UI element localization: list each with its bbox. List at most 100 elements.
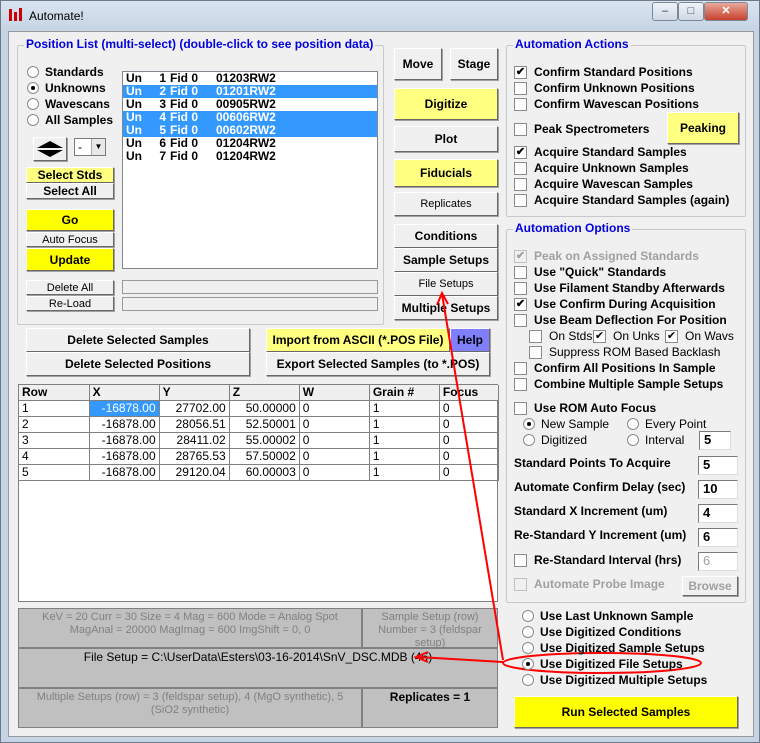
maximize-button[interactable]: □	[678, 2, 704, 21]
run-option-0-radio-circle	[522, 610, 534, 622]
checkbox-box	[514, 402, 527, 415]
field-input[interactable]: 6	[698, 528, 738, 547]
option-1-checkbox-label: Use "Quick" Standards	[534, 265, 666, 279]
beam-on-stds-checkbox[interactable]: On Stds	[529, 329, 592, 343]
run-option-2-radio[interactable]: Use Digitized Sample Setups	[522, 641, 705, 655]
restandard-interval-checkbox[interactable]: Re-Standard Interval (hrs)	[514, 553, 681, 567]
field-label: Re-Standard Y Increment (um)	[514, 528, 686, 542]
option-1-checkbox[interactable]: Use "Quick" Standards	[514, 265, 666, 279]
radio-unknowns-label: Unknowns	[45, 81, 106, 95]
action-3-checkbox[interactable]: Peak Spectrometers	[514, 122, 649, 136]
action-6-checkbox-label: Acquire Wavescan Samples	[534, 177, 693, 191]
action-0-checkbox[interactable]: ✔ Confirm Standard Positions	[514, 65, 693, 79]
run-option-1-radio[interactable]: Use Digitized Conditions	[522, 625, 681, 639]
checkmark-icon: ✔	[514, 298, 527, 311]
run-option-1-radio-label: Use Digitized Conditions	[540, 625, 681, 639]
radio-wavescans[interactable]: Wavescans	[27, 97, 110, 111]
radio-unknowns[interactable]: Unknowns	[27, 81, 106, 95]
field-input[interactable]: 10	[698, 480, 738, 499]
automate-window: Automate! – □ ✕ Position List (multi-sel…	[0, 0, 760, 743]
run-option-2-radio-label: Use Digitized Sample Setups	[540, 641, 705, 655]
checkbox-box	[514, 162, 527, 175]
run-option-3-radio-circle	[522, 658, 534, 670]
action-4-checkbox[interactable]: ✔ Acquire Standard Samples	[514, 145, 687, 159]
focus-new-sample-radio-label: New Sample	[541, 417, 609, 431]
rom-auto-focus-checkbox-label: Use ROM Auto Focus	[534, 401, 656, 415]
beam-on-wavs-checkbox-label: On Wavs	[685, 329, 734, 343]
arrow-to-file-setups-button	[442, 294, 503, 660]
focus-interval-radio-label: Interval	[645, 433, 684, 447]
action-4-checkbox-label: Acquire Standard Samples	[534, 145, 687, 159]
action-5-checkbox[interactable]: Acquire Unknown Samples	[514, 161, 689, 175]
interval-input[interactable]: 5	[699, 431, 731, 450]
checkbox-box	[514, 266, 527, 279]
window-title: Automate!	[29, 9, 84, 23]
run-option-0-radio[interactable]: Use Last Unknown Sample	[522, 609, 693, 623]
focus-every-point-radio[interactable]: Every Point	[627, 417, 706, 431]
action-7-checkbox[interactable]: Acquire Standard Samples (again)	[514, 193, 729, 207]
checkbox-box	[514, 82, 527, 95]
beam-on-wavs-checkbox[interactable]: ✔On Wavs	[665, 329, 734, 343]
field-input[interactable]: 4	[698, 504, 738, 523]
field-label: Automate Confirm Delay (sec)	[514, 480, 685, 494]
checkbox-box	[514, 554, 527, 567]
combine-setups-checkbox-label: Combine Multiple Sample Setups	[534, 377, 723, 391]
checkmark-icon: ✔	[514, 66, 527, 79]
field-label: Standard Points To Acquire	[514, 456, 671, 470]
beam-on-unks-checkbox[interactable]: ✔On Unks	[593, 329, 660, 343]
beam-on-stds-checkbox-label: On Stds	[549, 329, 592, 343]
focus-new-sample-radio-circle	[523, 418, 535, 430]
option-3-checkbox[interactable]: ✔ Use Confirm During Acquisition	[514, 297, 716, 311]
checkbox-box	[514, 178, 527, 191]
field-input[interactable]: 5	[698, 456, 738, 475]
confirm-all-positions-checkbox[interactable]: Confirm All Positions In Sample	[514, 361, 716, 375]
action-2-checkbox-label: Confirm Wavescan Positions	[534, 97, 699, 111]
checkmark-icon: ✔	[514, 250, 527, 263]
option-4-checkbox[interactable]: Use Beam Deflection For Position	[514, 313, 727, 327]
radio-standards[interactable]: Standards	[27, 65, 104, 79]
checkbox-box	[514, 194, 527, 207]
checkbox-box	[529, 330, 542, 343]
option-4-checkbox-label: Use Beam Deflection For Position	[534, 313, 727, 327]
action-0-checkbox-label: Confirm Standard Positions	[534, 65, 693, 79]
radio-wavescans-radio-circle	[27, 98, 39, 110]
run-option-0-radio-label: Use Last Unknown Sample	[540, 609, 693, 623]
option-0-checkbox[interactable]: ✔ Peak on Assigned Standards	[514, 249, 699, 263]
focus-new-sample-radio[interactable]: New Sample	[523, 417, 609, 431]
option-0-checkbox-label: Peak on Assigned Standards	[534, 249, 699, 263]
option-3-checkbox-label: Use Confirm During Acquisition	[534, 297, 716, 311]
automate-probe-image-checkbox[interactable]: Automate Probe Image	[514, 577, 665, 591]
action-7-checkbox-label: Acquire Standard Samples (again)	[534, 193, 729, 207]
automate-probe-image-checkbox-label: Automate Probe Image	[534, 577, 665, 591]
client-area: Position List (multi-select) (double-cli…	[8, 31, 754, 737]
checkbox-box	[529, 346, 542, 359]
suppress-backlash-checkbox-label: Suppress ROM Based Backlash	[549, 345, 720, 359]
run-option-4-radio[interactable]: Use Digitized Multiple Setups	[522, 673, 707, 687]
checkbox-box	[514, 378, 527, 391]
checkmark-icon: ✔	[514, 146, 527, 159]
focus-every-point-radio-circle	[627, 418, 639, 430]
combine-setups-checkbox[interactable]: Combine Multiple Sample Setups	[514, 377, 723, 391]
option-2-checkbox[interactable]: Use Filament Standby Afterwards	[514, 281, 725, 295]
focus-every-point-radio-label: Every Point	[645, 417, 706, 431]
close-button[interactable]: ✕	[704, 2, 748, 21]
minimize-button[interactable]: –	[652, 2, 678, 21]
run-option-4-radio-label: Use Digitized Multiple Setups	[540, 673, 707, 687]
radio-all-samples[interactable]: All Samples	[27, 113, 113, 127]
suppress-backlash-checkbox[interactable]: Suppress ROM Based Backlash	[529, 345, 720, 359]
app-icon	[8, 7, 24, 23]
focus-digitized-radio-circle	[523, 434, 535, 446]
confirm-all-positions-checkbox-label: Confirm All Positions In Sample	[534, 361, 716, 375]
checkbox-box	[514, 362, 527, 375]
action-2-checkbox[interactable]: Confirm Wavescan Positions	[514, 97, 699, 111]
restandard-interval-input[interactable]: 6	[698, 552, 738, 571]
rom-auto-focus-checkbox[interactable]: Use ROM Auto Focus	[514, 401, 656, 415]
field-label: Standard X Increment (um)	[514, 504, 667, 518]
focus-interval-radio[interactable]: Interval	[627, 433, 684, 447]
focus-digitized-radio[interactable]: Digitized	[523, 433, 587, 447]
action-5-checkbox-label: Acquire Unknown Samples	[534, 161, 689, 175]
run-option-3-radio[interactable]: Use Digitized File Setups	[522, 657, 683, 671]
run-option-2-radio-circle	[522, 642, 534, 654]
action-6-checkbox[interactable]: Acquire Wavescan Samples	[514, 177, 693, 191]
action-1-checkbox[interactable]: Confirm Unknown Positions	[514, 81, 695, 95]
